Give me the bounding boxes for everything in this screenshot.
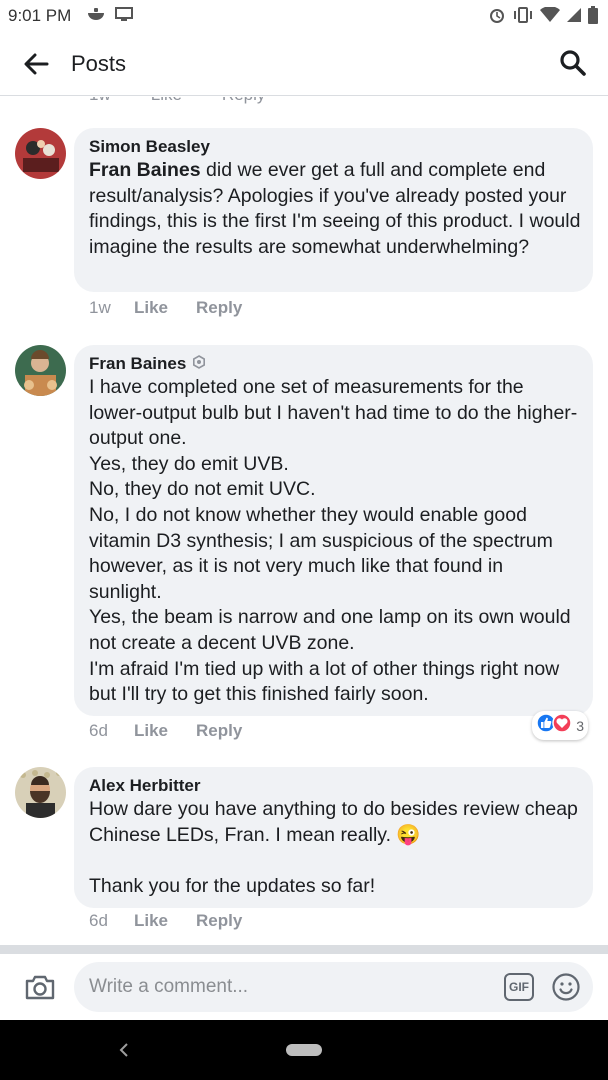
reply-button[interactable]: Reply (196, 721, 242, 741)
avatar[interactable] (15, 767, 66, 818)
system-nav-bar (0, 1020, 608, 1080)
signal-icon (566, 7, 582, 28)
comment-bubble: Alex Herbitter How dare you have anythin… (74, 767, 593, 908)
avatar[interactable] (15, 128, 66, 179)
comment-actions: 6d Like Reply (89, 911, 270, 931)
comment-actions: 6d Like Reply (89, 721, 270, 741)
comment-actions: 1w Like Reply (89, 298, 270, 318)
reaction-summary[interactable]: 3 (532, 711, 588, 740)
like-button[interactable]: Like (151, 97, 182, 105)
composer-divider (0, 945, 608, 954)
nav-back-icon[interactable] (114, 1038, 134, 1062)
battery-icon (588, 6, 598, 29)
comment-time: 1w (89, 97, 111, 105)
comment-author[interactable]: Simon Beasley (89, 136, 581, 158)
search-icon[interactable] (556, 46, 590, 80)
comment-text: How dare you have anything to do besides… (89, 798, 578, 897)
love-reaction-icon (552, 713, 572, 738)
comment-text: I have completed one set of measurements… (89, 376, 578, 706)
partial-comment-meta: 1w Like Reply (89, 97, 265, 105)
like-button[interactable]: Like (134, 298, 168, 318)
admin-badge-icon (192, 353, 206, 375)
status-time: 9:01 PM (8, 6, 72, 25)
camera-icon[interactable] (22, 969, 58, 1005)
status-bar: 9:01 PM (0, 0, 608, 32)
back-arrow-icon[interactable] (20, 48, 52, 80)
comments-feed: 1w Like Reply Simon Beasley Fran Baines … (0, 97, 608, 945)
comment-time: 1w (89, 298, 111, 317)
comment-time: 6d (89, 721, 108, 740)
comment-composer: GIF (0, 954, 608, 1020)
screen-cast-icon (114, 6, 134, 27)
page-title: Posts (71, 51, 127, 76)
like-button[interactable]: Like (134, 721, 168, 741)
comment-author[interactable]: Fran Baines (89, 353, 581, 375)
cooking-notification-icon (86, 6, 106, 27)
comment-bubble: Fran Baines I have completed one set of … (74, 345, 593, 716)
comment-bubble: Simon Beasley Fran Baines did we ever ge… (74, 128, 593, 292)
alarm-icon (488, 6, 506, 29)
like-button[interactable]: Like (134, 911, 168, 931)
comment-text: Fran Baines did we ever get a full and c… (89, 159, 586, 258)
vibrate-icon (512, 6, 534, 29)
comment-time: 6d (89, 911, 108, 930)
reply-button[interactable]: Reply (196, 911, 242, 931)
emoji-icon[interactable] (550, 971, 582, 1003)
reply-button[interactable]: Reply (222, 97, 265, 105)
app-header: Posts (0, 32, 608, 96)
reaction-count: 3 (576, 717, 584, 734)
gif-button[interactable]: GIF (504, 973, 534, 1001)
mention-link[interactable]: Fran Baines (89, 159, 201, 181)
reply-button[interactable]: Reply (196, 298, 242, 318)
avatar[interactable] (15, 345, 66, 396)
nav-home-pill[interactable] (286, 1044, 322, 1056)
wifi-icon (540, 6, 560, 28)
comment-author[interactable]: Alex Herbitter (89, 775, 581, 797)
